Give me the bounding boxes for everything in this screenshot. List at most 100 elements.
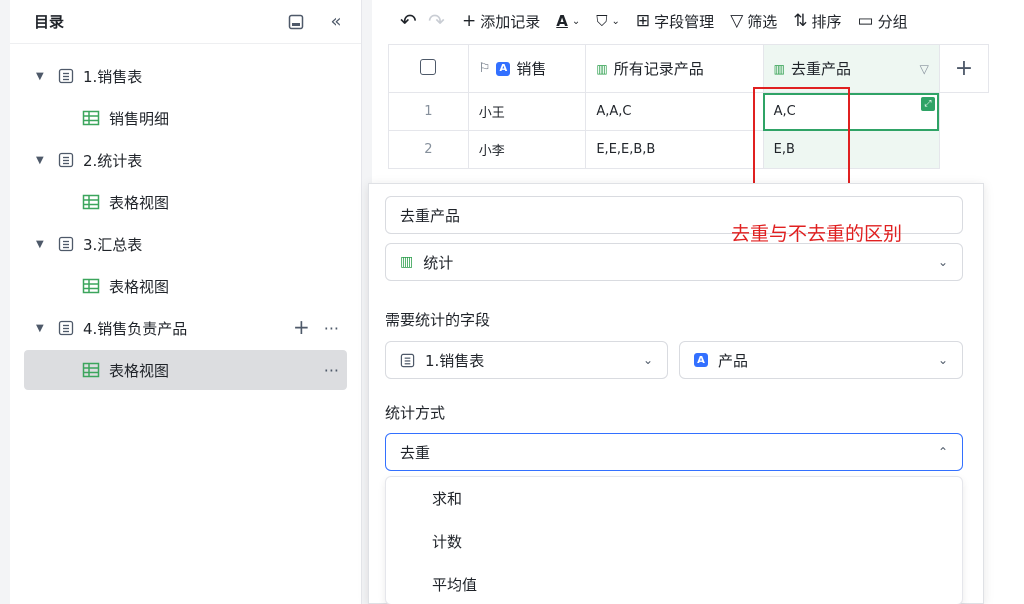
tree-item-label: 销售明细 [109,109,170,128]
tree-item-table-1[interactable]: ▼ 1.销售表 [24,56,347,96]
add-record-button[interactable]: + 添加记录 [456,6,546,36]
tree-item-actions: ··· [324,361,339,380]
tree-item-label: 表格视图 [109,277,170,296]
caret-down-icon[interactable]: ▼ [36,323,46,334]
more-icon[interactable]: ··· [324,361,339,380]
collapse-sidebar-icon[interactable]: « [325,11,347,33]
chevron-down-icon: ⌄ [611,15,620,27]
field-manage-button[interactable]: ⊞ 字段管理 [630,6,720,36]
tree-item-label: 4.销售负责产品 [83,319,188,338]
table-row[interactable]: 1 小王 A,A,C A,C ⤢ [388,92,990,131]
tree-item-label: 表格视图 [109,193,170,212]
filter-button[interactable]: ▽ 筛选 [724,6,783,36]
column-header-dedup-products[interactable]: ▥ 去重产品 ▽ [762,44,940,93]
stat-field-label: 需要统计的字段 [385,311,491,329]
tree-item-table-3[interactable]: ▼ 3.汇总表 [24,224,347,264]
tree-item-view-2[interactable]: 表格视图 [24,182,347,222]
tree-item-actions: + ··· [293,317,339,338]
field-config-panel: 去重产品 去重与不去重的区别 ▥ 统计 ⌄ 需要统计的字段 1.销售表 ⌄ A … [368,183,984,604]
tree-item-table-2[interactable]: ▼ 2.统计表 [24,140,347,180]
panel-toggle-icon[interactable] [285,11,307,33]
redo-icon[interactable]: ↷ [422,6,446,36]
data-grid: ⚐ A 销售 ▥ 所有记录产品 ▥ 去重产品 ▽ + 1 小王 A,A,C A,C ⤢ 2 … [388,44,990,169]
sidebar-title: 目录 [34,13,65,31]
tree-item-label: 1.销售表 [83,67,143,86]
select-all-header[interactable] [388,44,469,93]
text-field-icon: A [694,353,708,367]
table-icon [58,236,74,252]
plus-icon: + [462,11,477,31]
sort-button[interactable]: ⇅ 排序 [787,6,847,36]
table-icon [58,152,74,168]
caret-down-icon[interactable]: ▼ [36,239,46,250]
cell-empty [938,130,990,169]
table-tree: ▼ 1.销售表 销售明细 ▼ 2.统计表 表格视图 ▼ 3.汇总表 表格视图 ▼ [10,44,361,390]
dropdown-option-sum[interactable]: 求和 [386,477,962,520]
method-select[interactable]: 去重 ⌃ [385,433,963,471]
grid-view-icon [82,110,100,126]
row-number: 1 [388,92,469,131]
grid-view-icon [82,194,100,210]
annotation-text: 去重与不去重的区别 [731,223,903,245]
bar-chart-icon: ▥ [596,61,608,76]
tree-item-table-4[interactable]: ▼ 4.销售负责产品 + ··· [24,308,347,348]
chevron-down-icon: ⌄ [937,255,948,269]
source-field-select[interactable]: A 产品 ⌄ [679,341,963,379]
filter-icon[interactable]: ▽ [920,62,929,76]
cell-name[interactable]: 小王 [467,92,587,131]
more-icon[interactable]: ··· [324,319,339,338]
text-color-button[interactable]: A ⌄ [550,6,586,36]
cell-name[interactable]: 小李 [467,130,587,169]
grid-icon: ⊞ [635,11,651,31]
undo-icon[interactable]: ↶ [394,6,418,36]
dropdown-option-count[interactable]: 计数 [386,520,962,563]
chevron-down-icon: ⌄ [937,353,948,367]
source-table-select[interactable]: 1.销售表 ⌄ [385,341,668,379]
tree-item-label: 表格视图 [109,361,170,380]
header-row: ⚐ A 销售 ▥ 所有记录产品 ▥ 去重产品 ▽ + [388,44,990,93]
cell-empty [938,92,990,131]
tree-item-label: 3.汇总表 [83,235,143,254]
expand-icon[interactable]: ⤢ [920,97,935,111]
group-button[interactable]: ▭ 分组 [852,6,914,36]
font-color-icon: A [556,12,568,30]
tree-item-view-4[interactable]: 表格视图 ··· [24,350,347,390]
field-type-select[interactable]: ▥ 统计 ⌄ [385,243,963,281]
table-icon [58,68,74,84]
cell-all-products[interactable]: A,A,C [585,92,764,131]
fill-color-button[interactable]: ⛉ ⌄ [590,6,626,36]
chevron-up-icon: ⌃ [937,445,948,459]
method-dropdown: 求和 计数 平均值 [385,476,963,604]
sidebar-header: 目录 « [10,0,361,44]
folder-icon: ▭ [857,11,874,31]
paint-bucket-icon: ⛉ [596,12,608,30]
caret-down-icon[interactable]: ▼ [36,155,46,166]
add-icon[interactable]: + [293,317,310,338]
method-label: 统计方式 [385,404,446,422]
add-column-button[interactable]: + [938,44,990,93]
toolbar: ↶ ↷ + 添加记录 A ⌄ ⛉ ⌄ ⊞ 字段管理 ▽ 筛选 ⇅ 排序 ▭ 分组 [372,0,1024,42]
column-header-all-products[interactable]: ▥ 所有记录产品 [585,44,764,93]
dropdown-option-average[interactable]: 平均值 [386,563,962,604]
chevron-down-icon: ⌄ [642,353,653,367]
sort-icon: ⇅ [793,11,808,31]
column-header-name[interactable]: ⚐ A 销售 [467,44,587,93]
text-field-icon: A [496,61,511,76]
checkbox[interactable] [420,58,437,75]
tree-item-view-1[interactable]: 销售明细 [24,98,347,138]
flag-icon: ⚐ [478,61,491,76]
bar-chart-icon: ▥ [400,254,414,270]
row-number: 2 [388,130,469,169]
annotation-highlight-box [753,87,850,187]
bar-chart-icon: ▥ [773,61,785,76]
grid-view-icon [82,278,100,294]
grid-view-icon [82,362,100,378]
caret-down-icon[interactable]: ▼ [36,71,46,82]
tree-item-view-3[interactable]: 表格视图 [24,266,347,306]
table-row[interactable]: 2 小李 E,E,E,B,B E,B [388,130,990,169]
chevron-down-icon: ⌄ [571,15,581,27]
tree-item-label: 2.统计表 [83,151,143,170]
cell-all-products[interactable]: E,E,E,B,B [585,130,764,169]
table-icon [58,320,74,336]
table-icon [400,353,415,368]
